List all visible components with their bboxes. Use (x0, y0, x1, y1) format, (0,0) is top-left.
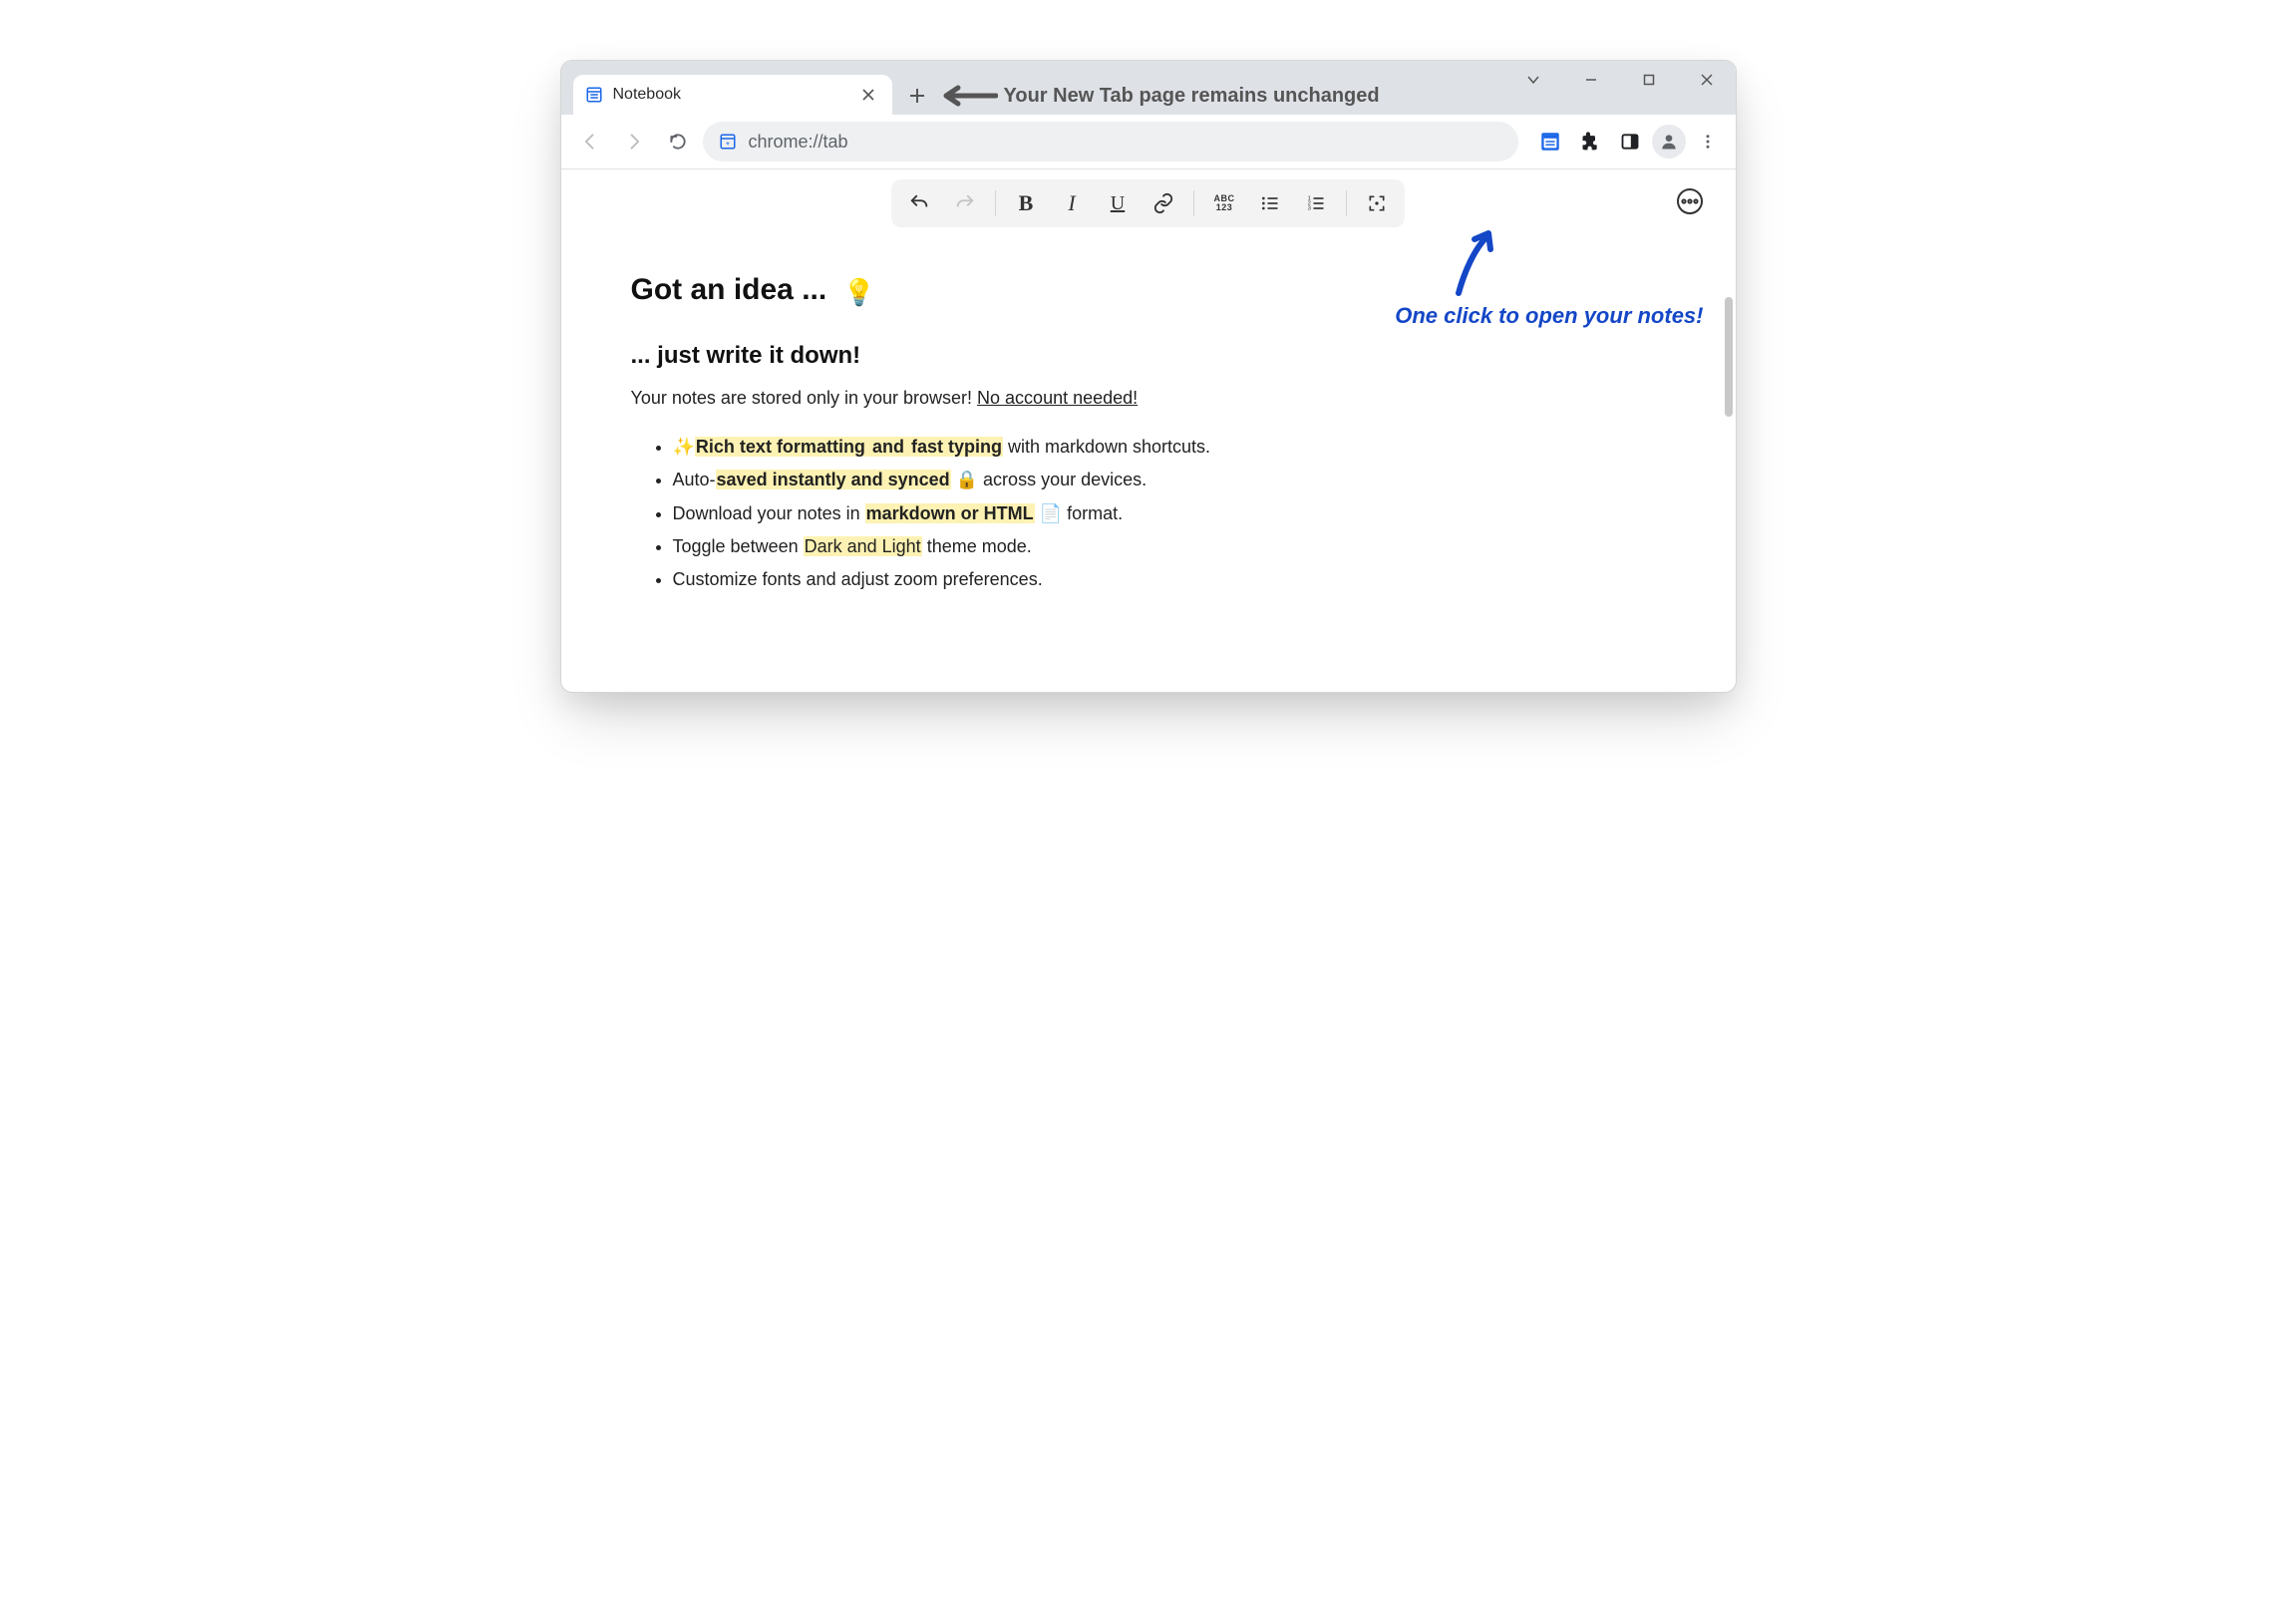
forward-button[interactable] (615, 123, 653, 160)
undo-button[interactable] (897, 183, 941, 223)
feature-list: ✨Rich text formatting and fast typing wi… (631, 431, 1666, 596)
site-info-icon[interactable]: + (719, 133, 737, 151)
sidepanel-button[interactable] (1612, 124, 1648, 160)
numbered-list-button[interactable]: 123 (1294, 183, 1338, 223)
highlight: markdown or HTML (865, 503, 1035, 523)
titlebar: Notebook Your New Tab page remains uncha… (561, 61, 1736, 115)
omnibox-url: chrome://tab (749, 132, 848, 153)
link-button[interactable] (1142, 183, 1185, 223)
subtitle-text: Your notes are stored only in your brows… (631, 388, 978, 408)
italic-button[interactable]: I (1050, 183, 1094, 223)
lightbulb-icon: 💡 (843, 277, 875, 307)
redo-button[interactable] (943, 183, 987, 223)
caption-chevron-button[interactable] (1504, 61, 1562, 99)
annotation-arrow-icon (1451, 229, 1496, 299)
underline-button[interactable]: U (1096, 183, 1140, 223)
list-item: ✨Rich text formatting and fast typing wi… (673, 431, 1666, 464)
subtitle-line: Your notes are stored only in your brows… (631, 388, 1666, 409)
bullet-list-button[interactable] (1248, 183, 1292, 223)
list-item: Toggle between Dark and Light theme mode… (673, 530, 1666, 563)
tab-title: Notebook (613, 86, 852, 104)
character-map-button[interactable]: ABC123 (1202, 183, 1246, 223)
tab-notebook[interactable]: Notebook (573, 75, 892, 115)
editor-more-button[interactable] (1672, 183, 1708, 219)
editor-content-area[interactable]: One click to open your notes! Got an ide… (561, 233, 1736, 692)
editor-toolbar-wrap: B I U ABC123 123 (561, 169, 1736, 233)
subtitle-underline: No account needed! (977, 388, 1138, 408)
left-arrow-annotation-icon (938, 85, 998, 107)
notebook-favicon-icon (585, 86, 603, 104)
browser-window: Notebook Your New Tab page remains uncha… (560, 60, 1737, 693)
omnibox[interactable]: + chrome://tab (703, 122, 1518, 161)
list-item: Auto-saved instantly and synced 🔒 across… (673, 464, 1666, 496)
svg-text:3: 3 (1308, 206, 1311, 212)
browser-menu-button[interactable] (1690, 124, 1726, 160)
tab-close-button[interactable] (862, 89, 880, 101)
toolbar-separator (1346, 190, 1347, 216)
heading-1-text: Got an idea ... (631, 273, 827, 306)
list-item: Download your notes in markdown or HTML … (673, 497, 1666, 530)
titlebar-hint-text: Your New Tab page remains unchanged (1004, 85, 1380, 108)
list-item: Customize fonts and adjust zoom preferen… (673, 563, 1666, 596)
maximize-button[interactable] (1620, 61, 1678, 99)
document-icon: 📄 (1035, 503, 1067, 523)
highlight: Dark and Light (804, 536, 922, 556)
sparkle-icon: ✨ (673, 437, 695, 457)
minimize-button[interactable] (1562, 61, 1620, 99)
notebook-extension-button[interactable] (1532, 124, 1568, 160)
highlight: fast typing (910, 437, 1003, 457)
editor-toolbar: B I U ABC123 123 (891, 179, 1405, 227)
lock-icon: 🔒 (951, 470, 983, 489)
highlight: and (866, 437, 910, 457)
svg-text:+: + (726, 141, 730, 148)
toolbar-separator (1193, 190, 1194, 216)
scrollbar-thumb[interactable] (1725, 297, 1733, 417)
back-button[interactable] (571, 123, 609, 160)
toolbar-separator (995, 190, 996, 216)
new-tab-button[interactable] (900, 79, 934, 113)
heading-2: ... just write it down! (631, 342, 1666, 370)
reload-button[interactable] (659, 123, 697, 160)
annotation-text: One click to open your notes! (1395, 303, 1703, 329)
highlight: saved instantly and synced (716, 470, 951, 489)
window-caption-controls (1504, 61, 1736, 99)
extensions-button[interactable] (1572, 124, 1608, 160)
bold-button[interactable]: B (1004, 183, 1048, 223)
focus-mode-button[interactable] (1355, 183, 1399, 223)
nav-toolbar: + chrome://tab (561, 115, 1736, 168)
profile-button[interactable] (1652, 125, 1686, 159)
highlight: Rich text formatting (695, 437, 866, 457)
close-window-button[interactable] (1678, 61, 1736, 99)
